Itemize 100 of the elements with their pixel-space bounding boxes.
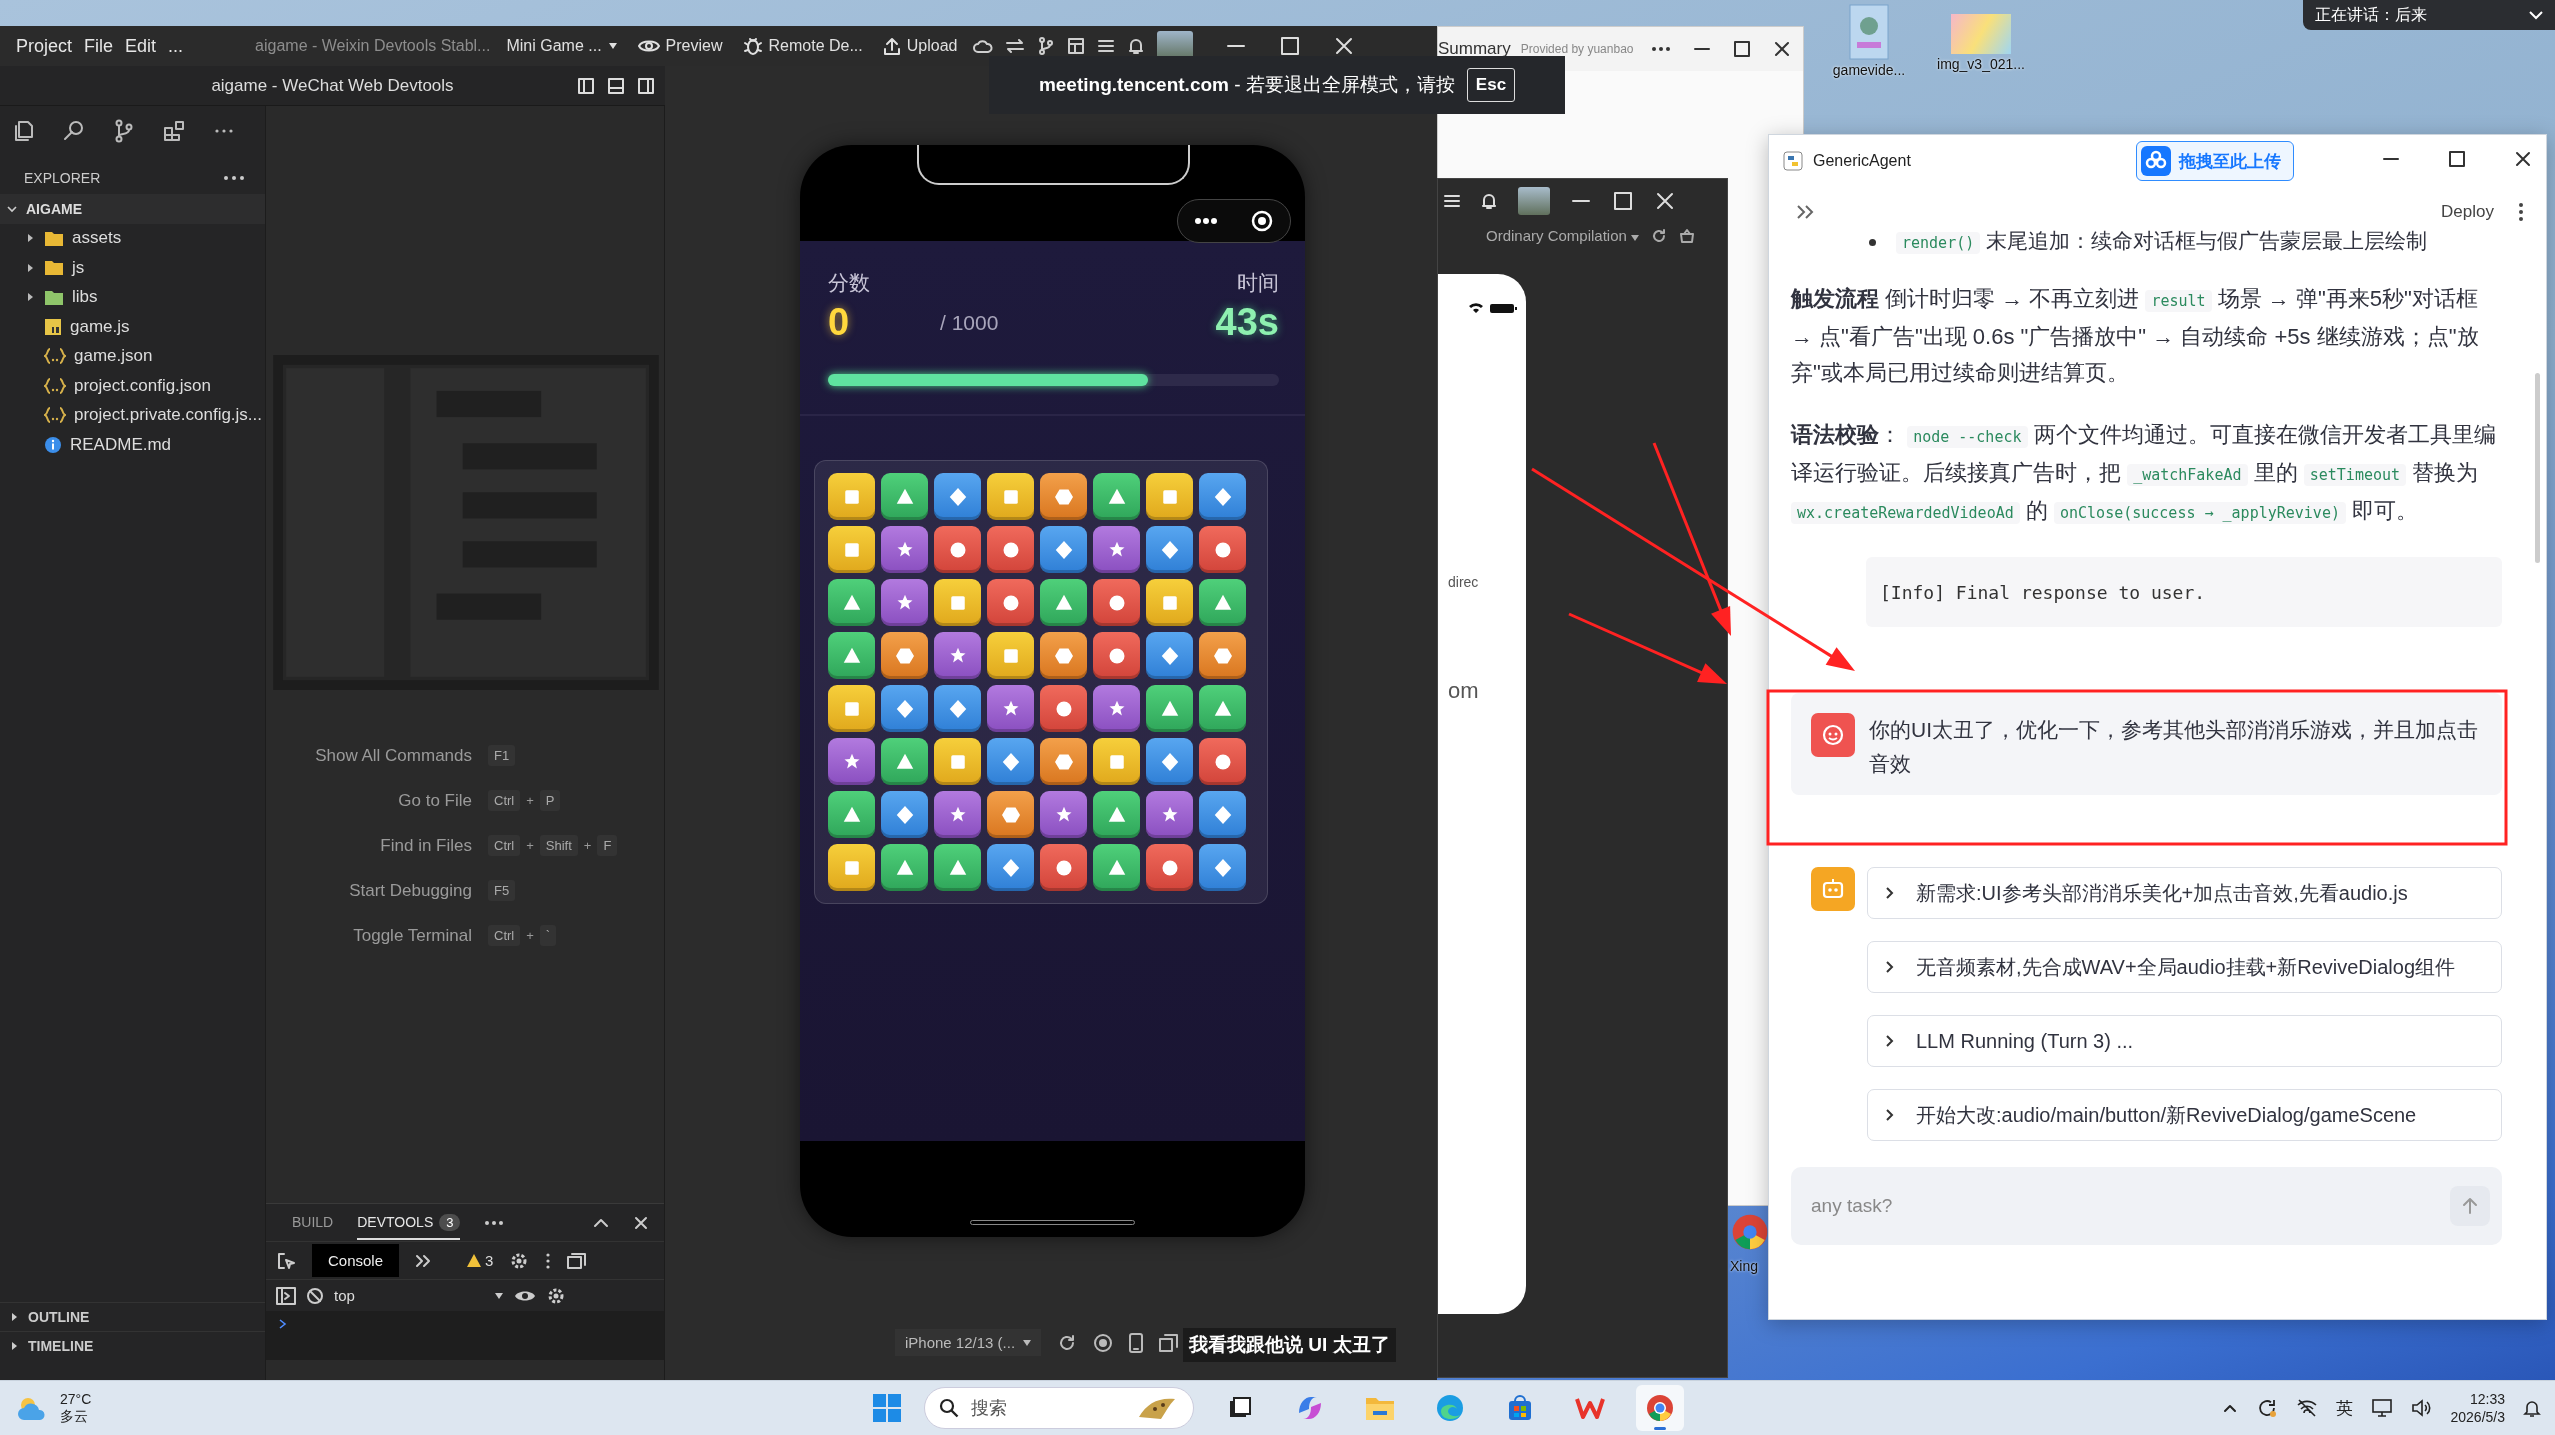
panel-toggle-icon[interactable] [607, 76, 625, 95]
menu-item[interactable]: ... [168, 35, 184, 57]
panel-section-header[interactable]: TIMELINE [0, 1331, 265, 1360]
record-icon[interactable] [1093, 1332, 1114, 1353]
kebab-icon[interactable] [545, 1251, 552, 1270]
circle-tile[interactable] [1093, 632, 1140, 679]
taskbar-search-field[interactable]: 搜索 [923, 1387, 1194, 1429]
diamond-tile[interactable] [1040, 526, 1087, 573]
diamond-tile[interactable] [1199, 791, 1246, 838]
kebab-icon[interactable] [2518, 202, 2524, 222]
diamond-tile[interactable] [1199, 473, 1246, 520]
triangle-tile[interactable] [934, 844, 981, 891]
square-tile[interactable] [934, 738, 981, 785]
more-icon[interactable] [1194, 217, 1218, 225]
desktop-icon[interactable]: gamevide... [1814, 4, 1924, 78]
maximize-icon[interactable] [1733, 40, 1751, 58]
send-button[interactable] [2450, 1186, 2490, 1226]
diamond-tile[interactable] [1146, 738, 1193, 785]
square-tile[interactable] [1146, 579, 1193, 626]
star-tile[interactable] [934, 632, 981, 679]
star-tile[interactable] [1093, 685, 1140, 732]
circle-tile[interactable] [1146, 844, 1193, 891]
upload-button[interactable]: 拖拽至此上传 [2136, 141, 2294, 181]
desktop-icon[interactable]: img_v3_021... [1926, 4, 2036, 72]
target-icon[interactable] [1250, 209, 1274, 233]
bell-icon[interactable] [1127, 37, 1146, 55]
circle-tile[interactable] [1040, 844, 1087, 891]
triangle-tile[interactable] [828, 791, 875, 838]
device-dropdown[interactable]: iPhone 12/13 (... [895, 1329, 1042, 1356]
sidebar-toggle-icon[interactable] [577, 76, 595, 95]
hexagon-tile[interactable] [1040, 738, 1087, 785]
file-tree-item[interactable]: js [0, 253, 265, 283]
collapsible-step[interactable]: LLM Running (Turn 3) ... [1867, 1015, 2502, 1067]
triangle-tile[interactable] [881, 738, 928, 785]
start-icon[interactable] [871, 1393, 902, 1423]
star-tile[interactable] [987, 685, 1034, 732]
undock-icon[interactable] [567, 1251, 588, 1270]
menu-item[interactable]: Edit [125, 35, 157, 57]
diamond-tile[interactable] [881, 791, 928, 838]
mode-dropdown[interactable]: Mini Game ... [502, 33, 622, 59]
task-input-field[interactable]: any task? [1791, 1167, 2502, 1245]
triangle-tile[interactable] [881, 844, 928, 891]
context-select[interactable]: top [334, 1287, 504, 1304]
menu-item[interactable]: File [84, 35, 114, 57]
diamond-tile[interactable] [1146, 632, 1193, 679]
toolbar-button[interactable]: Preview [633, 33, 727, 59]
panel-tab[interactable]: DEVTOOLS 3 [357, 1205, 461, 1240]
file-tree-item[interactable]: game.js [0, 312, 265, 342]
toolbar-button[interactable]: Upload [878, 33, 962, 59]
triangle-tile[interactable] [1093, 473, 1140, 520]
maximize-icon[interactable] [1279, 35, 1302, 57]
square-tile[interactable] [987, 473, 1034, 520]
square-tile[interactable] [828, 526, 875, 573]
circle-tile[interactable] [1093, 579, 1140, 626]
file-tree-item[interactable]: project.private.config.js... [0, 400, 265, 430]
search-icon[interactable] [62, 119, 86, 143]
project-folder-item[interactable]: AIGAME [0, 194, 265, 224]
menu-icon[interactable] [1097, 38, 1116, 54]
basket-icon[interactable] [1679, 227, 1696, 244]
diamond-tile[interactable] [1146, 526, 1193, 573]
triangle-tile[interactable] [1146, 685, 1193, 732]
star-tile[interactable] [934, 791, 981, 838]
files-icon[interactable] [12, 119, 36, 143]
collapsible-step[interactable]: 开始大改:audio/main/button/新ReviveDialog/gameScene [1867, 1089, 2502, 1141]
layout-icon[interactable] [1067, 37, 1086, 55]
triangle-tile[interactable] [881, 473, 928, 520]
square-tile[interactable] [828, 844, 875, 891]
diamond-tile[interactable] [881, 685, 928, 732]
panel-tab[interactable]: BUILD [292, 1205, 334, 1240]
hexagon-tile[interactable] [987, 791, 1034, 838]
circle-tile[interactable] [987, 579, 1034, 626]
inspect-icon[interactable] [276, 1250, 296, 1271]
square-tile[interactable] [828, 685, 875, 732]
file-tree-item[interactable]: game.json [0, 341, 265, 371]
chevron-down-icon[interactable] [2529, 10, 2543, 20]
diamond-tile[interactable] [987, 844, 1034, 891]
panel-section-header[interactable]: OUTLINE [0, 1302, 265, 1331]
split-view-icon[interactable] [637, 76, 655, 95]
square-tile[interactable] [934, 579, 981, 626]
square-tile[interactable] [1093, 738, 1140, 785]
volume-icon[interactable] [2410, 1398, 2433, 1418]
triangle-tile[interactable] [1199, 579, 1246, 626]
triangle-tile[interactable] [1199, 685, 1246, 732]
star-tile[interactable] [1146, 791, 1193, 838]
compile-mode-dropdown[interactable]: Ordinary Compilation [1486, 227, 1640, 244]
triangle-tile[interactable] [1093, 844, 1140, 891]
star-tile[interactable] [1093, 526, 1140, 573]
no-network-icon[interactable] [2295, 1397, 2318, 1419]
input-method-indicator[interactable]: 英 [2335, 1396, 2353, 1420]
hexagon-tile[interactable] [881, 632, 928, 679]
file-tree-item[interactable]: assets [0, 223, 265, 253]
close-icon[interactable] [1654, 190, 1676, 212]
swap-arrows-icon[interactable] [1005, 38, 1026, 54]
more-icon[interactable] [1651, 46, 1671, 52]
triangle-tile[interactable] [1093, 791, 1140, 838]
circle-tile[interactable] [1199, 526, 1246, 573]
collapsible-step[interactable]: 无音频素材,先合成WAV+全局audio挂载+新ReviveDialog组件 [1867, 941, 2502, 993]
circle-tile[interactable] [934, 526, 981, 573]
clock[interactable]: 12:33 2026/5/3 [2450, 1390, 2505, 1426]
maximize-icon[interactable] [2448, 150, 2466, 168]
